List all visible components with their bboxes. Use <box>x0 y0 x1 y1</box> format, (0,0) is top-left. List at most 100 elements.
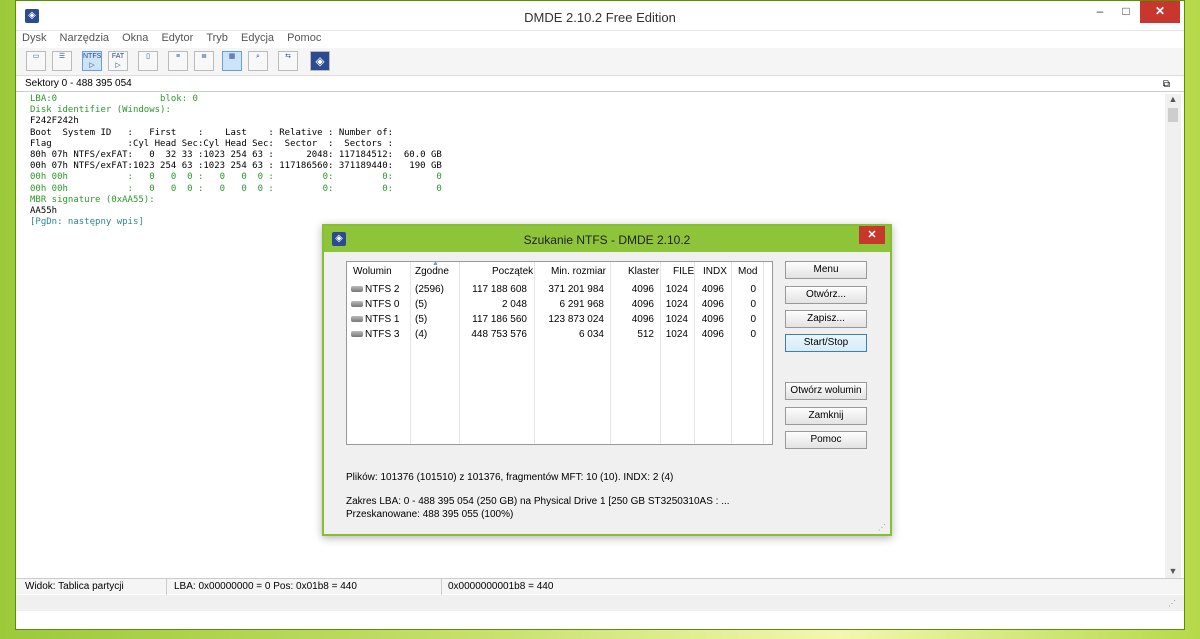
drive-icon[interactable]: ▭ <box>26 51 46 71</box>
cell-file: 1024 <box>665 314 688 325</box>
volume-list[interactable]: Wolumin Zgodne ▲ Początek Min. rozmiar K… <box>346 260 773 445</box>
cell-file: 1024 <box>665 284 688 295</box>
table-row[interactable]: NTFS 3 (4) 448 753 576 6 034 512 1024 40… <box>347 329 772 343</box>
disk-icon <box>351 286 363 293</box>
cell-min-size: 6 291 968 <box>559 299 605 310</box>
text-line: 00h 07h NTFS/exFAT:1023 254 63 :1023 254… <box>30 161 442 172</box>
table-row[interactable]: NTFS 1 (5) 117 186 560 123 873 024 4096 … <box>347 314 772 328</box>
text-line: 00h 00h : 0 0 0 : 0 0 0 : 0: 0: 0 <box>30 183 442 194</box>
disk-icon <box>351 331 363 338</box>
text-view-icon[interactable]: ≣ <box>194 51 214 71</box>
hex-view-icon[interactable]: ▦ <box>222 51 242 71</box>
cell-mod: 0 <box>750 299 756 310</box>
col-indx[interactable]: INDX <box>703 266 727 277</box>
scroll-thumb[interactable] <box>1168 108 1178 122</box>
cell-mod: 0 <box>750 329 756 340</box>
text-line: 80h 07h NTFS/exFAT: 0 32 33 :1023 254 63… <box>30 150 442 161</box>
col-min-rozmiar[interactable]: Min. rozmiar <box>551 266 606 277</box>
fat-label: FAT <box>111 53 125 60</box>
text-line: F242F242h <box>30 116 79 127</box>
copy-sectors-icon[interactable]: ⇆ <box>278 51 298 71</box>
toolbar: ▭ ☰ NTFS ▷ FAT ▷ ▯ ≡ ≣ ▦ ⌕ ⇆ ◈ <box>16 48 1184 76</box>
menu-pomoc[interactable]: Pomoc <box>283 31 325 45</box>
cell-cluster: 512 <box>637 329 654 340</box>
sector-range-bar: Sektory 0 - 488 395 054 ⧉ <box>16 78 1184 92</box>
cell-mod: 0 <box>750 314 756 325</box>
restore-window-icon[interactable]: ⧉ <box>1163 79 1170 90</box>
cell-volume: NTFS 0 <box>365 299 400 310</box>
cell-indx: 4096 <box>701 299 724 310</box>
open-button[interactable]: Otwórz... <box>785 286 867 304</box>
menu-button[interactable]: Menu <box>785 261 867 279</box>
cell-file: 1024 <box>665 299 688 310</box>
horizontal-scrollbar[interactable]: ⋰ <box>16 595 1184 611</box>
status-bar: Widok: Tablica partycji LBA: 0x00000000 … <box>16 578 1184 595</box>
file-icon[interactable]: ▯ <box>138 51 158 71</box>
menu-dysk[interactable]: Dysk <box>18 31 50 45</box>
cell-volume: NTFS 3 <box>365 329 400 340</box>
dmde-about-icon[interactable]: ◈ <box>310 51 330 71</box>
dialog-title: Szukanie NTFS - DMDE 2.10.2 <box>523 233 691 247</box>
close-button[interactable]: ✕ <box>1140 1 1180 23</box>
col-zgodne[interactable]: Zgodne <box>415 266 449 277</box>
cell-start: 2 048 <box>501 299 527 310</box>
status-lba: LBA: 0x00000000 = 0 Pos: 0x01b8 = 440 <box>174 581 357 592</box>
partitions-icon[interactable]: ☰ <box>52 51 72 71</box>
cell-cluster: 4096 <box>631 299 654 310</box>
text-line: Disk identifier (Windows): <box>30 105 171 116</box>
cell-indx: 4096 <box>701 284 724 295</box>
cell-match: (4) <box>415 329 428 340</box>
ntfs-label: NTFS <box>83 53 102 60</box>
text-line: 00h 00h : 0 0 0 : 0 0 0 : 0: 0: 0 <box>30 172 442 183</box>
cell-cluster: 4096 <box>631 314 654 325</box>
menu-bar: Dysk Narzędzia Okna Edytor Tryb Edycja P… <box>16 31 1184 47</box>
table-row[interactable]: NTFS 0 (5) 2 048 6 291 968 4096 1024 409… <box>347 299 772 313</box>
minimize-button[interactable]: – <box>1086 1 1114 23</box>
menu-tryb[interactable]: Tryb <box>202 31 232 45</box>
col-poczatek[interactable]: Początek <box>492 266 533 277</box>
menu-edycja[interactable]: Edycja <box>237 31 278 45</box>
text-line: MBR signature (0xAA55): <box>30 194 155 205</box>
menu-edytor[interactable]: Edytor <box>157 31 197 45</box>
dialog-close-button[interactable]: ✕ <box>859 226 885 244</box>
files-info: Plików: 101376 (101510) z 101376, fragme… <box>346 472 674 483</box>
menu-narzedzia[interactable]: Narzędzia <box>56 31 114 45</box>
scroll-up-icon[interactable]: ▲ <box>1165 94 1181 104</box>
cell-indx: 4096 <box>701 329 724 340</box>
close-dialog-button[interactable]: Zamknij <box>785 407 867 425</box>
save-button[interactable]: Zapisz... <box>785 310 867 328</box>
text-line: LBA:0 blok: 0 <box>30 94 198 104</box>
cell-min-size: 123 873 024 <box>548 314 604 325</box>
col-file[interactable]: FILE <box>673 266 694 277</box>
cell-mod: 0 <box>750 284 756 295</box>
col-klaster[interactable]: Klaster <box>628 266 659 277</box>
cell-indx: 4096 <box>701 314 724 325</box>
resize-grip-icon[interactable]: ⋰ <box>878 523 886 532</box>
find-icon[interactable]: ⌕ <box>248 51 268 71</box>
title-bar: ◈ DMDE 2.10.2 Free Edition – □ ✕ <box>16 1 1184 31</box>
cell-start: 117 188 608 <box>472 284 527 295</box>
cell-start: 117 186 560 <box>472 314 527 325</box>
col-wolumin[interactable]: Wolumin <box>353 266 392 277</box>
fat-search-button[interactable]: FAT ▷ <box>108 51 128 71</box>
cell-match: (2596) <box>415 284 444 295</box>
ntfs-search-button[interactable]: NTFS ▷ <box>82 51 102 71</box>
list-view-icon[interactable]: ≡ <box>168 51 188 71</box>
help-button[interactable]: Pomoc <box>785 431 867 449</box>
status-view: Widok: Tablica partycji <box>25 581 124 592</box>
menu-okna[interactable]: Okna <box>118 31 152 45</box>
col-mod[interactable]: Mod <box>738 266 757 277</box>
dialog-title-bar: ◈ Szukanie NTFS - DMDE 2.10.2 ✕ <box>324 226 890 252</box>
table-row[interactable]: NTFS 2 (2596) 117 188 608 371 201 984 40… <box>347 284 772 298</box>
maximize-button[interactable]: □ <box>1112 1 1140 23</box>
cell-start: 448 753 576 <box>471 329 527 340</box>
cell-volume: NTFS 1 <box>365 314 400 325</box>
scroll-down-icon[interactable]: ▼ <box>1165 566 1181 576</box>
cell-match: (5) <box>415 314 428 325</box>
resize-grip-icon[interactable]: ⋰ <box>1168 599 1176 608</box>
text-line: AA55h <box>30 206 58 217</box>
start-stop-button[interactable]: Start/Stop <box>785 334 867 352</box>
vertical-scrollbar[interactable]: ▲ ▼ <box>1165 94 1181 578</box>
open-volume-button[interactable]: Otwórz wolumin <box>785 382 867 400</box>
lba-range-info: Zakres LBA: 0 - 488 395 054 (250 GB) na … <box>346 496 730 507</box>
